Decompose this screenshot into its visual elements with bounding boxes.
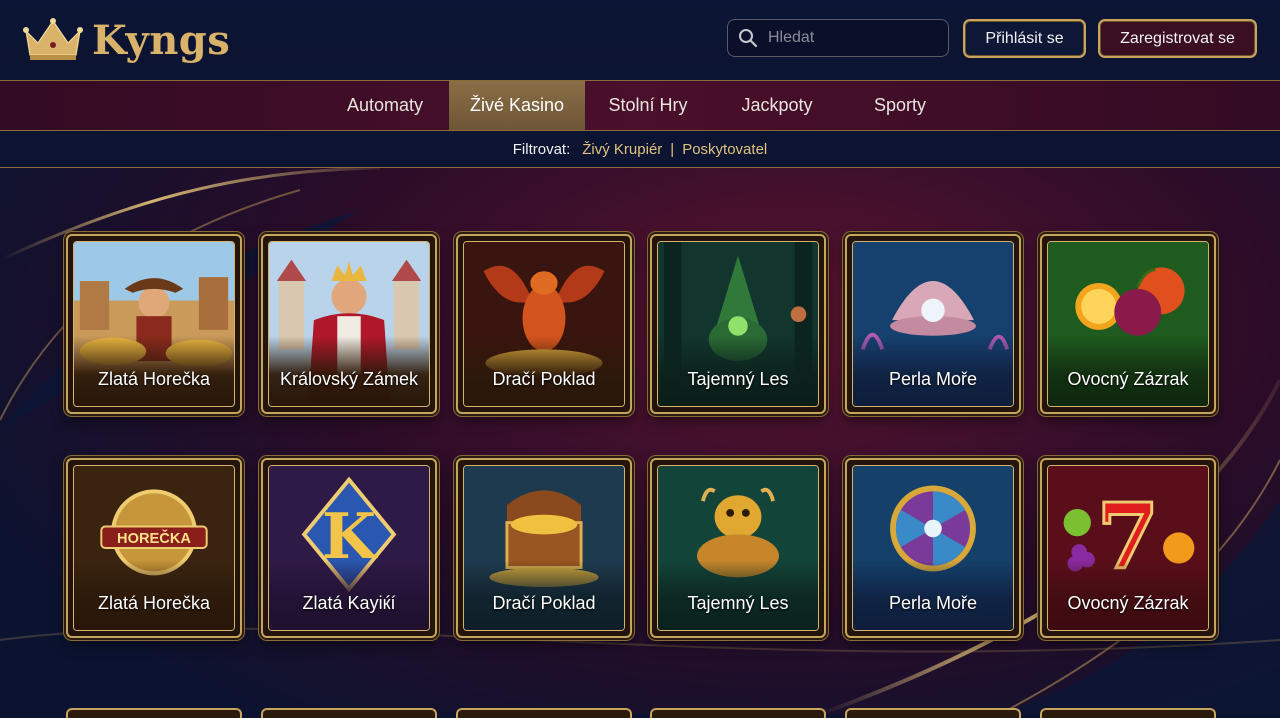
game-card-zlata-kayiki[interactable]: K Zlatá Kayiќí bbox=[261, 458, 437, 638]
game-card-ovocny-zazrak-2[interactable]: 7 Ovocný Zázrak bbox=[1040, 458, 1216, 638]
game-title: Tajemný Les bbox=[687, 593, 789, 613]
game-title: Ovocný Zázrak bbox=[1067, 369, 1189, 389]
filter-label: Filtrovat: bbox=[512, 140, 571, 158]
game-card-partial[interactable] bbox=[650, 708, 826, 718]
search-icon bbox=[739, 29, 758, 48]
nav-item-zive-kasino[interactable]: Živé Kasino bbox=[449, 81, 585, 130]
nav-item-stolni-hry[interactable]: Stolní Hry bbox=[590, 81, 706, 130]
game-title: Dračí Poklad bbox=[492, 369, 596, 389]
game-title: Dračí Poklad bbox=[492, 593, 596, 613]
game-title: Tajemný Les bbox=[687, 369, 789, 389]
game-card-tajemny-les-2[interactable]: Tajemný Les bbox=[650, 458, 826, 638]
game-card-ovocny-zazrak[interactable]: Ovocný Zázrak bbox=[1040, 234, 1216, 414]
game-title: Královský Zámek bbox=[279, 369, 419, 389]
search-input[interactable] bbox=[766, 28, 940, 48]
game-title: Zlatá Horečka bbox=[97, 593, 211, 613]
game-card-partial[interactable] bbox=[66, 708, 242, 718]
game-card-partial[interactable] bbox=[845, 708, 1021, 718]
game-card-perla-more-2[interactable]: Perla Moře bbox=[845, 458, 1021, 638]
game-card-zlata-horecka-2[interactable]: HOREČKA Zlatá Horečka bbox=[66, 458, 242, 638]
game-card-tajemny-les[interactable]: Tajemný Les bbox=[650, 234, 826, 414]
game-title: Zlatá Kayiќí bbox=[302, 593, 396, 613]
crown-icon bbox=[23, 18, 83, 60]
game-title: Zlatá Horečka bbox=[97, 369, 211, 389]
game-card-partial[interactable] bbox=[261, 708, 437, 718]
brand-name: Kyngs bbox=[92, 16, 231, 64]
badge-text: HOREČKA bbox=[117, 529, 191, 547]
game-card-partial[interactable] bbox=[1040, 708, 1216, 718]
filter-provider[interactable]: Poskytovatel bbox=[682, 141, 767, 158]
game-card-draci-poklad[interactable]: Dračí Poklad bbox=[456, 234, 632, 414]
search-box[interactable] bbox=[727, 19, 949, 57]
filter-bar: Filtrovat: Živý Krupiér | Poskytovatel bbox=[0, 131, 1280, 168]
nav-item-automaty[interactable]: Automaty bbox=[326, 81, 444, 130]
game-card-kralovsky-zamek[interactable]: Královský Zámek bbox=[261, 234, 437, 414]
register-button[interactable]: Zaregistrovat se bbox=[1098, 19, 1257, 58]
filter-separator: | bbox=[670, 140, 675, 158]
login-button[interactable]: Přihlásit se bbox=[963, 19, 1086, 58]
nav-item-sporty[interactable]: Sporty bbox=[850, 81, 950, 130]
filter-live-dealer[interactable]: Živý Krupiér bbox=[582, 141, 662, 158]
logo[interactable]: Kyngs bbox=[22, 10, 230, 70]
game-card-zlata-horecka[interactable]: Zlatá Horečka bbox=[66, 234, 242, 414]
category-nav: Automaty Živé Kasino Stolní Hry Jackpoty… bbox=[0, 80, 1280, 131]
nav-item-jackpoty[interactable]: Jackpoty bbox=[717, 81, 837, 130]
game-title: Perla Moře bbox=[888, 593, 978, 613]
header: Kyngs Přihlásit se Zaregistrovat se bbox=[0, 0, 1280, 80]
game-card-draci-poklad-2[interactable]: Dračí Poklad bbox=[456, 458, 632, 638]
game-card-perla-more[interactable]: Perla Moře bbox=[845, 234, 1021, 414]
game-card-partial[interactable] bbox=[456, 708, 632, 718]
game-title: Perla Moře bbox=[888, 369, 978, 389]
game-title: Ovocný Zázrak bbox=[1067, 593, 1189, 613]
